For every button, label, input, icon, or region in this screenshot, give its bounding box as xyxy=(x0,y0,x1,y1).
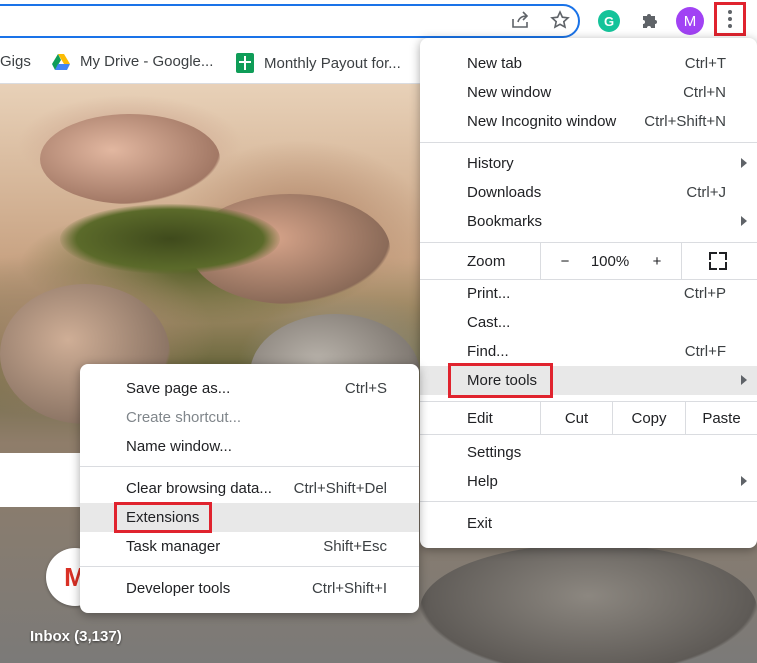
menu-item-cast[interactable]: Cast... xyxy=(420,308,757,337)
copy-label: Copy xyxy=(631,409,667,427)
browser-toolbar: G M xyxy=(0,0,757,42)
menu-item-label: History xyxy=(467,155,514,172)
zoom-in-label: + xyxy=(652,252,662,270)
menu-item-label: Help xyxy=(467,473,498,490)
gmail-card-background xyxy=(0,453,90,507)
menu-item-shortcut: Ctrl+T xyxy=(684,55,726,72)
extensions-puzzle-icon[interactable] xyxy=(638,8,662,32)
submenu-item-clear-browsing-data[interactable]: Clear browsing data... Ctrl+Shift+Del xyxy=(80,474,419,503)
menu-item-label: Downloads xyxy=(467,184,542,201)
menu-zoom-row: Zoom − 100% + xyxy=(420,243,757,279)
submenu-item-label: Task manager xyxy=(126,538,221,555)
zoom-value-text: 100% xyxy=(590,252,630,270)
paste-button[interactable]: Paste xyxy=(685,402,757,434)
more-tools-submenu: Save page as... Ctrl+S Create shortcut..… xyxy=(80,364,419,613)
submenu-arrow-icon xyxy=(741,158,747,168)
submenu-divider xyxy=(80,466,419,467)
menu-item-label: New tab xyxy=(467,55,523,72)
google-drive-icon xyxy=(52,53,70,70)
extensions-highlight-box xyxy=(114,502,212,533)
submenu-item-save-page-as[interactable]: Save page as... Ctrl+S xyxy=(80,374,419,403)
zoom-level-value: 100% xyxy=(584,243,636,279)
menu-item-label: Cast... xyxy=(467,314,511,331)
bookmark-label: My Drive - Google... xyxy=(80,53,214,70)
submenu-item-shortcut: Ctrl+S xyxy=(344,380,387,397)
menu-item-label: Print... xyxy=(467,285,511,302)
share-icon[interactable] xyxy=(508,8,532,32)
submenu-item-create-shortcut[interactable]: Create shortcut... xyxy=(80,403,419,432)
menu-item-shortcut: Ctrl+N xyxy=(683,84,726,101)
fullscreen-icon[interactable] xyxy=(709,252,727,270)
zoom-out-label: − xyxy=(560,252,570,270)
submenu-item-label: Clear browsing data... xyxy=(126,480,272,497)
menu-edit-row: Edit Cut Copy Paste xyxy=(420,402,757,434)
bookmark-label: Monthly Payout for... xyxy=(264,54,401,72)
zoom-out-button[interactable]: − xyxy=(550,243,580,279)
cut-button[interactable]: Cut xyxy=(540,402,612,434)
menu-item-bookmarks[interactable]: Bookmarks xyxy=(420,207,757,236)
menu-item-history[interactable]: History xyxy=(420,149,757,178)
inbox-count-label[interactable]: Inbox (3,137) xyxy=(30,628,122,645)
menu-divider xyxy=(420,501,757,502)
submenu-arrow-icon xyxy=(741,216,747,226)
chrome-main-menu: New tab Ctrl+T New window Ctrl+N New Inc… xyxy=(420,38,757,548)
grammarly-extension-icon[interactable]: G xyxy=(598,10,620,32)
bookmark-label: Gigs xyxy=(0,53,31,70)
chrome-menu-button[interactable] xyxy=(714,2,746,36)
menu-item-new-incognito-window[interactable]: New Incognito window Ctrl+Shift+N xyxy=(420,107,757,136)
menu-item-shortcut: Ctrl+P xyxy=(683,285,726,302)
edit-label: Edit xyxy=(467,410,493,427)
menu-divider xyxy=(420,142,757,143)
menu-item-downloads[interactable]: Downloads Ctrl+J xyxy=(420,178,757,207)
avatar-letter: M xyxy=(683,12,697,30)
menu-divider xyxy=(420,434,757,435)
submenu-divider xyxy=(80,566,419,567)
menu-item-shortcut: Ctrl+F xyxy=(684,343,726,360)
submenu-item-shortcut: Ctrl+Shift+I xyxy=(311,580,387,597)
menu-item-shortcut: Ctrl+J xyxy=(686,184,726,201)
menu-item-label: Find... xyxy=(467,343,509,360)
menu-item-label: New Incognito window xyxy=(467,113,617,130)
submenu-item-label: Name window... xyxy=(126,438,232,455)
copy-button[interactable]: Copy xyxy=(612,402,685,434)
bookmark-monthly-payout[interactable]: Monthly Payout for... xyxy=(236,53,401,73)
profile-avatar[interactable]: M xyxy=(676,7,704,35)
menu-item-settings[interactable]: Settings xyxy=(420,438,757,467)
submenu-item-task-manager[interactable]: Task manager Shift+Esc xyxy=(80,532,419,561)
more-vert-icon xyxy=(728,10,732,28)
zoom-in-button[interactable]: + xyxy=(642,243,672,279)
bookmark-my-drive[interactable]: My Drive - Google... xyxy=(52,53,213,70)
menu-item-shortcut: Ctrl+Shift+N xyxy=(644,113,726,130)
submenu-item-label: Create shortcut... xyxy=(126,409,242,426)
address-bar[interactable] xyxy=(0,4,580,38)
menu-item-new-tab[interactable]: New tab Ctrl+T xyxy=(420,49,757,78)
menu-item-print[interactable]: Print... Ctrl+P xyxy=(420,279,757,308)
submenu-item-shortcut: Ctrl+Shift+Del xyxy=(293,480,387,497)
submenu-item-name-window[interactable]: Name window... xyxy=(80,432,419,461)
submenu-item-shortcut: Shift+Esc xyxy=(323,538,387,555)
grammarly-letter: G xyxy=(603,13,615,29)
menu-item-exit[interactable]: Exit xyxy=(420,509,757,538)
menu-item-help[interactable]: Help xyxy=(420,467,757,496)
menu-item-label: Exit xyxy=(467,515,493,532)
menu-item-label: Settings xyxy=(467,444,522,461)
submenu-item-developer-tools[interactable]: Developer tools Ctrl+Shift+I xyxy=(80,574,419,603)
submenu-arrow-icon xyxy=(741,375,747,385)
paste-label: Paste xyxy=(702,409,741,427)
zoom-label: Zoom xyxy=(467,253,506,270)
menu-item-label: Bookmarks xyxy=(467,213,543,230)
submenu-item-label: Developer tools xyxy=(126,580,231,597)
menu-item-new-window[interactable]: New window Ctrl+N xyxy=(420,78,757,107)
google-sheets-icon xyxy=(236,53,254,73)
more-tools-highlight-box xyxy=(448,363,553,398)
cut-label: Cut xyxy=(564,409,589,427)
submenu-arrow-icon xyxy=(741,476,747,486)
menu-item-label: New window xyxy=(467,84,552,101)
submenu-item-label: Save page as... xyxy=(126,380,231,397)
menu-item-find[interactable]: Find... Ctrl+F xyxy=(420,337,757,366)
bookmark-star-icon[interactable] xyxy=(548,8,572,32)
bookmark-gigs[interactable]: Gigs xyxy=(0,53,31,70)
